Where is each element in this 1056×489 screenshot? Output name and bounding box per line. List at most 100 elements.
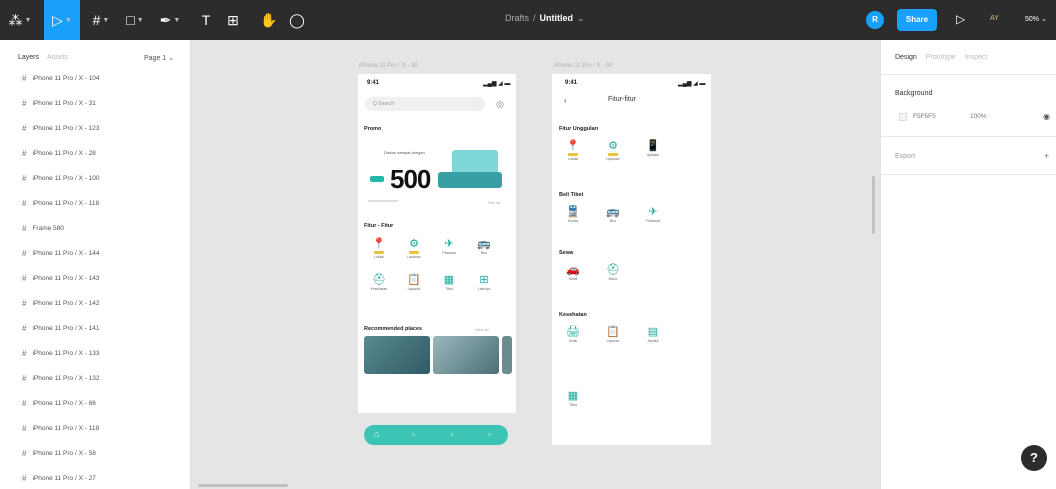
feature-icon-button[interactable]: ▦ Tiket bbox=[440, 274, 458, 296]
place-photo[interactable] bbox=[502, 336, 512, 374]
shape-tool-button[interactable]: □ ▼ bbox=[120, 0, 150, 40]
layer-item[interactable]: # iPhone 11 Pro / X - 58 bbox=[22, 447, 96, 459]
nav-tab-icon[interactable]: ▫ bbox=[450, 429, 453, 439]
hand-tool-button[interactable]: ✋ bbox=[258, 0, 280, 40]
file-name[interactable]: Untitled bbox=[540, 13, 574, 24]
layer-item[interactable]: # iPhone 11 Pro / X - 100 bbox=[22, 172, 100, 184]
background-opacity-input[interactable]: 100% bbox=[970, 113, 987, 120]
place-photo[interactable] bbox=[433, 336, 499, 374]
eye-icon[interactable]: ◉ bbox=[1043, 112, 1050, 121]
nav-tab-icon[interactable]: ▫ bbox=[488, 429, 491, 439]
phone-frame-features[interactable]: 9:41 ▂▄▆ ◢ ▬ ‹ Fitur-fitur Fitur Unggula… bbox=[552, 74, 711, 445]
feature-icon-button[interactable]: 🚌 Bus bbox=[604, 206, 622, 228]
frame-icon: # bbox=[22, 273, 27, 283]
pen-tool-button[interactable]: ✒ ▼ bbox=[155, 0, 185, 40]
frame-tool-button[interactable]: # ▼ bbox=[86, 0, 116, 40]
tab-inspect[interactable]: Inspect bbox=[965, 54, 988, 61]
layer-item[interactable]: # iPhone 11 Pro / X - 66 bbox=[22, 397, 96, 409]
layer-item[interactable]: # iPhone 11 Pro / X - 142 bbox=[22, 297, 100, 309]
drafts-link[interactable]: Drafts bbox=[505, 13, 529, 24]
feature-icon-button[interactable]: 📋 Laporan bbox=[604, 326, 622, 348]
share-button[interactable]: Share bbox=[897, 9, 937, 31]
feature-icon-button[interactable]: 📍 Lokasi bbox=[370, 238, 388, 260]
layer-item[interactable]: # iPhone 11 Pro / X - 31 bbox=[22, 97, 96, 109]
layer-name: iPhone 11 Pro / X - 141 bbox=[32, 324, 100, 332]
layer-item[interactable]: # iPhone 11 Pro / X - 132 bbox=[22, 372, 100, 384]
horizontal-scrollbar[interactable] bbox=[198, 484, 288, 487]
feature-icon-button[interactable]: ⚙ Layanan bbox=[604, 140, 622, 162]
layer-item[interactable]: # iPhone 11 Pro / X - 104 bbox=[22, 72, 100, 84]
promo-banner[interactable]: Diskon sampai dengan 500 See all bbox=[362, 140, 506, 205]
feature-icon-button[interactable]: 📋 Laporan bbox=[405, 274, 423, 296]
resources-button[interactable]: ⊞ bbox=[222, 0, 244, 40]
move-tool-button[interactable]: ▷ ▼ bbox=[44, 0, 80, 40]
feature-icon-button[interactable]: ✈ Pesawat bbox=[644, 206, 662, 228]
layer-item[interactable]: # iPhone 11 Pro / X - 143 bbox=[22, 272, 100, 284]
bell-icon[interactable]: ◎ bbox=[496, 99, 504, 110]
view-all-link[interactable]: View all bbox=[475, 327, 489, 332]
background-label: Background bbox=[895, 90, 933, 97]
feature-icon-button[interactable]: ⛑ Kesehatan bbox=[370, 274, 388, 296]
divider bbox=[881, 136, 1056, 137]
layer-item[interactable]: # iPhone 11 Pro / X - 27 bbox=[22, 472, 96, 484]
layer-item[interactable]: # iPhone 11 Pro / X - 118 bbox=[22, 197, 99, 209]
layer-item[interactable]: # Frame 580 bbox=[22, 222, 64, 234]
chevron-down-icon: ▼ bbox=[102, 16, 110, 24]
text-tool-button[interactable]: T bbox=[196, 0, 216, 40]
back-arrow-icon[interactable]: ‹ bbox=[564, 96, 567, 105]
see-all-link[interactable]: See all bbox=[488, 200, 500, 205]
layer-item[interactable]: # iPhone 11 Pro / X - 144 bbox=[22, 247, 100, 259]
vertical-scrollbar[interactable] bbox=[872, 176, 875, 234]
help-button[interactable]: ? bbox=[1021, 445, 1047, 471]
tab-layers[interactable]: Layers bbox=[18, 54, 39, 61]
feature-label: Lainnya bbox=[477, 287, 491, 291]
frame-icon: # bbox=[22, 223, 27, 233]
place-photo[interactable] bbox=[364, 336, 430, 374]
ay-label[interactable]: AY bbox=[990, 15, 999, 22]
present-button[interactable]: ▷ bbox=[956, 12, 965, 26]
background-hex-input[interactable]: F5F5F5 bbox=[913, 113, 936, 120]
tab-prototype[interactable]: Prototype bbox=[926, 54, 956, 61]
feature-icon-button[interactable]: ⚙ Layanan bbox=[405, 238, 423, 260]
divider bbox=[881, 174, 1056, 175]
frame-label[interactable]: iPhone 11 Pro / X - 99 bbox=[554, 63, 613, 69]
bottom-nav: ⌂ ▫ ▫ ▫ bbox=[364, 425, 508, 445]
feature-icon-button[interactable]: ⊞ Lainnya bbox=[475, 274, 493, 296]
add-export-icon[interactable]: + bbox=[1044, 151, 1049, 161]
feature-icon-button[interactable]: 🚆 Kereta bbox=[564, 206, 582, 228]
background-color-swatch[interactable] bbox=[899, 113, 907, 121]
feature-label: Mobil bbox=[568, 277, 578, 281]
carousel-dots bbox=[368, 200, 398, 202]
tab-design[interactable]: Design bbox=[895, 54, 917, 61]
chevron-down-icon[interactable]: ⌄ bbox=[577, 13, 585, 24]
canvas[interactable]: iPhone 11 Pro / X - 30 iPhone 11 Pro / X… bbox=[191, 40, 880, 489]
feature-icon-button[interactable]: ▦ Tiket bbox=[564, 390, 582, 412]
layer-item[interactable]: # iPhone 11 Pro / X - 28 bbox=[22, 147, 96, 159]
avatar[interactable]: R bbox=[866, 11, 884, 29]
layer-item[interactable]: # iPhone 11 Pro / X - 123 bbox=[22, 122, 100, 134]
feature-icon-button[interactable]: 📱 Aplikasi bbox=[644, 140, 662, 162]
layer-name: iPhone 11 Pro / X - 144 bbox=[32, 249, 100, 257]
feature-icon-button[interactable]: ⛑ Motor bbox=[604, 264, 622, 286]
search-input[interactable]: Q Search bbox=[365, 97, 485, 111]
feature-icon-button[interactable]: 📍 Lokasi bbox=[564, 140, 582, 162]
phone-frame-home[interactable]: 9:41 ▂▄▆ ◢ ▬ Q Search ◎ Promo Diskon sam… bbox=[358, 74, 516, 445]
zoom-level: 50% bbox=[1025, 16, 1040, 23]
frame-label[interactable]: iPhone 11 Pro / X - 30 bbox=[359, 63, 418, 69]
tab-assets[interactable]: Assets bbox=[47, 54, 68, 61]
zoom-menu[interactable]: 50% ⌄ bbox=[1025, 15, 1047, 23]
feature-icon-button[interactable]: 🚗 Mobil bbox=[564, 264, 582, 286]
feature-icon-button[interactable]: 🚌 Bus bbox=[475, 238, 493, 260]
home-icon[interactable]: ⌂ bbox=[374, 429, 379, 439]
layer-item[interactable]: # iPhone 11 Pro / X - 141 bbox=[22, 322, 100, 334]
comment-tool-button[interactable]: ◯ bbox=[286, 0, 308, 40]
feature-icon-button[interactable]: ✈ Pesawat bbox=[440, 238, 458, 260]
layer-item[interactable]: # iPhone 11 Pro / X - 133 bbox=[22, 347, 100, 359]
layer-item[interactable]: # iPhone 11 Pro / X - 118 bbox=[22, 422, 99, 434]
feature-icon-button[interactable]: 🖨 Klinik bbox=[564, 326, 582, 348]
feature-icon-button[interactable]: ▤ Apotek bbox=[644, 326, 662, 348]
page-selector[interactable]: Page 1 ⌄ bbox=[144, 54, 174, 62]
nav-tab-icon[interactable]: ▫ bbox=[412, 429, 415, 439]
feature-label: Lokasi bbox=[567, 157, 579, 161]
main-menu-button[interactable]: ⁂ ▼ bbox=[0, 0, 40, 40]
